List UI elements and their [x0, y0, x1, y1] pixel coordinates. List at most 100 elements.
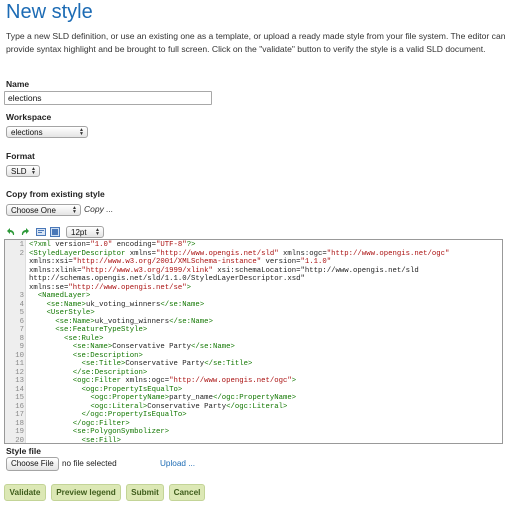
line-number: 20 — [15, 436, 24, 444]
line-number: 7 — [19, 326, 24, 334]
line-number: 16 — [15, 402, 24, 411]
code-text: http://schemas.opengis.net/sld/1.1.0/Sty… — [29, 275, 305, 283]
upload-link[interactable]: Upload ... — [160, 459, 195, 468]
line-number: 6 — [19, 317, 24, 326]
copy-from-label: Copy from existing style — [6, 189, 105, 199]
code-line: 1 <?xml version="1.0" encoding="UTF-8"?> — [5, 241, 500, 250]
font-size-select[interactable]: 12pt ▲ ▼ — [66, 226, 104, 238]
format-select[interactable]: SLD ▲ ▼ — [6, 165, 40, 177]
line-number: 12 — [15, 368, 24, 377]
intro-text: Type a new SLD definition, or use an exi… — [6, 31, 506, 54]
code-text: xmlns:xlink="http://www.w3.org/1999/xlin… — [29, 266, 419, 275]
code-text: <se:Name>uk_voting_winners</se:Name> — [55, 317, 213, 326]
code-line: http://schemas.opengis.net/sld/1.1.0/Sty… — [5, 275, 500, 284]
code-line: 11 <se:Title>Conservative Party</se:Titl… — [5, 360, 500, 369]
code-line: 19 <se:PolygonSymbolizer> — [5, 428, 500, 437]
code-text: xmlns:xsi="http://www.w3.org/2001/XMLSch… — [29, 258, 332, 266]
page-title: New style — [6, 1, 93, 23]
line-number: 15 — [15, 394, 24, 402]
code-text: <NamedLayer> — [37, 292, 91, 300]
code-text: </ogc:PropertyIsEqualTo> — [81, 411, 187, 419]
code-text: </ogc:Filter> — [72, 419, 130, 428]
code-line: xmlns:xsi="http://www.w3.org/2001/XMLSch… — [5, 258, 500, 267]
line-number: 2 — [19, 249, 24, 258]
format-select-value: SLD — [11, 167, 27, 176]
code-line: 16 <ogc:Literal>Conservative Party</ogc:… — [5, 403, 500, 412]
style-file-label: Style file — [6, 446, 41, 456]
code-text: <ogc:PropertyIsEqualTo> — [81, 385, 183, 394]
fullscreen-icon[interactable] — [50, 227, 60, 237]
code-text: <ogc:PropertyName>party_name</ogc:Proper… — [90, 394, 297, 402]
line-number: 11 — [15, 360, 24, 368]
name-input[interactable] — [4, 91, 212, 105]
select-arrows-icon: ▲ ▼ — [31, 166, 36, 176]
line-number: 3 — [19, 292, 24, 300]
code-line: 10 <se:Description> — [5, 352, 500, 361]
code-line: 12 </se:Description> — [5, 369, 500, 378]
code-text: <se:PolygonSymbolizer> — [72, 428, 170, 436]
editor-toolbar: 12pt ▲ ▼ — [4, 226, 504, 238]
workspace-select[interactable]: elections ▲ ▼ — [6, 126, 88, 138]
preview-legend-button[interactable]: Preview legend — [51, 484, 121, 501]
code-line: 18 </ogc:Filter> — [5, 420, 500, 429]
workspace-label: Workspace — [6, 112, 52, 122]
validate-button[interactable]: Validate — [4, 484, 46, 501]
line-number: 8 — [19, 334, 24, 343]
copy-style-select-value: Choose One — [11, 206, 56, 215]
undo-icon[interactable] — [6, 227, 16, 237]
code-line: 6 <se:Name>uk_voting_winners</se:Name> — [5, 318, 500, 327]
code-text: <se:Title>Conservative Party</se:Title> — [81, 360, 253, 368]
choose-file-button[interactable]: Choose File — [6, 457, 59, 471]
code-text: <se:Name>uk_voting_winners</se:Name> — [46, 300, 205, 309]
code-text: <ogc:Filter xmlns:ogc="http://www.opengi… — [72, 377, 297, 385]
redo-icon[interactable] — [20, 227, 30, 237]
file-status-text: no file selected — [62, 459, 117, 468]
submit-button[interactable]: Submit — [126, 484, 164, 501]
select-arrows-icon: ▲ ▼ — [79, 127, 84, 137]
select-arrows-icon: ▲ ▼ — [72, 205, 77, 215]
sld-code-editor[interactable]: 1 <?xml version="1.0" encoding="UTF-8"?> 2… — [4, 239, 503, 444]
line-number: 19 — [15, 428, 24, 436]
code-text: <se:Name>Conservative Party</se:Name> — [72, 343, 235, 351]
code-text: <se:Fill> — [81, 436, 121, 444]
cancel-button[interactable]: Cancel — [169, 484, 205, 501]
code-line: xmlns:se="http://www.opengis.net/se"> — [5, 284, 500, 293]
code-line: 20 <se:Fill> — [5, 436, 500, 444]
find-replace-icon[interactable] — [36, 227, 46, 237]
line-number: 9 — [19, 343, 24, 351]
code-line: 9 <se:Name>Conservative Party</se:Name> — [5, 343, 500, 352]
code-text: <se:Description> — [72, 351, 143, 360]
code-line: 5 <UserStyle> — [5, 309, 500, 318]
code-line: 13 <ogc:Filter xmlns:ogc="http://www.ope… — [5, 377, 500, 386]
copy-link[interactable]: Copy ... — [84, 204, 113, 214]
copy-style-select[interactable]: Choose One ▲ ▼ — [6, 204, 81, 216]
line-number: 13 — [15, 377, 24, 385]
line-number: 14 — [15, 385, 24, 394]
code-text: <se:FeatureTypeStyle> — [55, 326, 148, 334]
line-number: 17 — [15, 411, 24, 419]
line-number: 4 — [19, 300, 24, 309]
code-text: xmlns:se="http://www.opengis.net/se"> — [29, 283, 192, 292]
line-number: 1 — [19, 241, 24, 249]
code-text: <?xml version="1.0" encoding="UTF-8"?> — [29, 241, 196, 249]
line-number: 10 — [15, 351, 24, 360]
code-text: </se:Description> — [72, 368, 148, 377]
code-line: 4 <se:Name>uk_voting_winners</se:Name> — [5, 301, 500, 310]
code-text: <UserStyle> — [46, 309, 95, 317]
code-line: 15 <ogc:PropertyName>party_name</ogc:Pro… — [5, 394, 500, 403]
select-arrows-icon: ▲ ▼ — [95, 227, 100, 237]
font-size-select-value: 12pt — [71, 228, 87, 237]
code-text: <se:Rule> — [64, 334, 104, 343]
code-line: 8 <se:Rule> — [5, 335, 500, 344]
name-label: Name — [6, 79, 30, 89]
code-line: 3 <NamedLayer> — [5, 292, 500, 301]
code-line: xmlns:xlink="http://www.w3.org/1999/xlin… — [5, 267, 500, 276]
line-number: 5 — [19, 309, 24, 317]
code-line: 7 <se:FeatureTypeStyle> — [5, 326, 500, 335]
code-text: <ogc:Literal>Conservative Party</ogc:Lit… — [90, 402, 288, 411]
line-number: 18 — [15, 419, 24, 428]
code-line: 2 <StyledLayerDescriptor xmlns="http://ww… — [5, 250, 500, 259]
workspace-select-value: elections — [11, 128, 43, 137]
code-line: 14 <ogc:PropertyIsEqualTo> — [5, 386, 500, 395]
format-label: Format — [6, 151, 35, 161]
